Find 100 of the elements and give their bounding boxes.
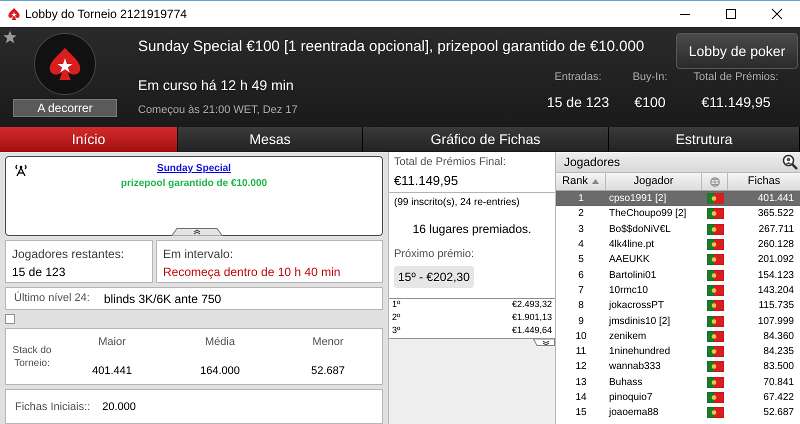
player-row[interactable]: 8 jokacrossPT 115.735: [556, 298, 800, 314]
column-header[interactable]: Jogador: [606, 173, 702, 190]
player-name: zenikem: [608, 330, 648, 344]
rank-cell-text: 13: [574, 376, 588, 390]
flag-icon: [706, 376, 724, 388]
player-row[interactable]: 5 AAEUKK 201.092: [556, 252, 800, 268]
rank-cell-text: 5: [577, 253, 585, 268]
rank-cell-text: 3: [577, 222, 585, 237]
last-level-label: Último nível 24:: [14, 290, 90, 306]
rank-cell-text: 9: [577, 314, 585, 329]
tab[interactable]: Início: [0, 127, 178, 152]
entries-text: (99 inscrito(s), 24 re-entries): [389, 193, 555, 212]
stat-label: Entradas:: [554, 70, 602, 85]
player-row[interactable]: 1 cpso1991 [2] 401.441: [556, 191, 800, 206]
prize-place: 1º: [392, 298, 400, 312]
news-link[interactable]: Sunday Special: [157, 161, 231, 176]
player-name: AAEUKK: [608, 253, 651, 268]
flag-icon: [706, 239, 724, 250]
tournament-title: Sunday Special €100 [1 reentrada opcional], prizepool garantido de €10.000: [138, 37, 646, 57]
flag-icon: [706, 316, 724, 327]
status-badge: A decorrer: [13, 99, 117, 117]
flag-icon: [706, 361, 724, 372]
tab[interactable]: Mesas: [178, 127, 363, 152]
rank-cell-text: 2: [577, 207, 585, 222]
player-row[interactable]: 11 1ninehundred 84.235: [556, 344, 800, 360]
player-row[interactable]: 15 joaoema88 52.687: [556, 405, 800, 420]
chips-cell-text: 365.522: [756, 207, 795, 222]
search-player-icon[interactable]: [782, 154, 798, 170]
player-row[interactable]: 3 Bo$$doNiV€L 267.711: [556, 222, 800, 237]
stat-label: Total de Prémios:: [694, 70, 778, 85]
player-name: jokacrossPT: [608, 299, 666, 314]
next-prize-value: 15º - €202,30: [394, 266, 474, 288]
last-level-value: blinds 3K/6K ante 750: [104, 290, 222, 308]
stat-value: 15 de 123: [546, 92, 610, 112]
player-row[interactable]: 7 10rmc10 143.204: [556, 282, 800, 298]
prize-place: 2º: [392, 311, 400, 324]
chips-cell-text: 260.128: [756, 238, 795, 252]
player-row[interactable]: 2 TheChoupo99 [2] 365.522: [556, 206, 800, 222]
player-name: TheChoupo99 [2]: [608, 207, 688, 222]
flag-icon: [706, 284, 724, 296]
player-row[interactable]: 12 wannab333 83.500: [556, 359, 800, 375]
flag-icon: [706, 193, 724, 204]
rank-cell-text: 15: [574, 406, 588, 420]
chips-cell-text: 52.687: [762, 406, 795, 420]
player-row[interactable]: 4 4lk4line.pt 260.128: [556, 236, 800, 252]
globe-icon: [710, 176, 720, 186]
player-name: wannab333: [608, 360, 662, 374]
chips-cell-text: 70.841: [762, 376, 795, 390]
star-icon: [3, 30, 17, 44]
player-row[interactable]: 13 Buhass 70.841: [556, 374, 800, 390]
rank-cell-text: 4: [577, 238, 585, 252]
stack-value: 52.687: [311, 364, 345, 378]
poker-lobby-button[interactable]: Lobby de poker: [676, 33, 798, 69]
rank-cell-text: 8: [577, 299, 585, 314]
rank-cell-text: 7: [577, 284, 585, 298]
spade-logo-icon: [7, 7, 21, 21]
player-row[interactable]: 10 zenikem 84.360: [556, 328, 800, 344]
rank-cell-text: 1: [577, 192, 585, 206]
rank-cell-text: 6: [577, 268, 585, 283]
prize-place: 3º: [392, 324, 400, 338]
antenna-icon: [14, 163, 28, 177]
sort-ascending-icon: [592, 179, 599, 184]
tab[interactable]: Gráfico de Fichas: [363, 127, 609, 152]
chips-cell-text: 154.123: [756, 268, 795, 283]
chips-cell-text: 115.735: [758, 299, 795, 314]
stack-label: Stack do Torneio:: [12, 344, 52, 370]
remaining-value: 15 de 123: [12, 264, 66, 281]
player-row[interactable]: 9 jmsdinis10 [2] 107.999: [556, 313, 800, 329]
flag-icon: [706, 392, 724, 403]
stack-column-label: Maior: [98, 335, 126, 350]
player-name: joaoema88: [608, 406, 660, 420]
column-header[interactable]: Rank: [556, 173, 606, 190]
running-time: Em curso há 12 h 49 min: [138, 76, 295, 95]
news-subtitle: prizepool garantido de €10.000: [120, 177, 268, 191]
chips-cell-text: 143.204: [756, 284, 795, 298]
stack-value: 164.000: [200, 364, 240, 378]
column-header[interactable]: Fichas: [728, 173, 800, 190]
collapse-icon[interactable]: [171, 228, 223, 236]
stat-value: €11.149,95: [701, 92, 771, 112]
checkbox[interactable]: [5, 314, 15, 324]
remaining-label: Jogadores restantes:: [12, 246, 126, 263]
tab[interactable]: Estrutura: [609, 127, 800, 152]
prize-amount: €1.449,64: [512, 324, 552, 338]
player-name: 1ninehundred: [608, 345, 672, 360]
total-prize-value: €11.149,95: [394, 172, 460, 190]
stack-column-label: Menor: [312, 335, 344, 350]
flag-icon: [706, 224, 724, 235]
player-name: jmsdinis10 [2]: [608, 314, 672, 329]
flag-icon: [706, 407, 724, 418]
break-label: Em intervalo:: [163, 246, 234, 263]
stat-value: €100: [634, 92, 666, 112]
player-name: Bo$$doNiV€L: [608, 222, 672, 237]
next-prize-label: Próximo prémio:: [394, 247, 476, 262]
chips-cell-text: 201.092: [756, 253, 795, 268]
player-row[interactable]: 6 Bartolini01 154.123: [556, 267, 800, 283]
stat-label: Buy-In:: [632, 70, 668, 85]
rank-cell-text: 10: [574, 330, 588, 344]
paid-places-text: 16 lugares premiados.: [412, 221, 532, 238]
player-row[interactable]: 14 pinoquio7 67.422: [556, 390, 800, 406]
stack-value: 401.441: [92, 364, 132, 378]
